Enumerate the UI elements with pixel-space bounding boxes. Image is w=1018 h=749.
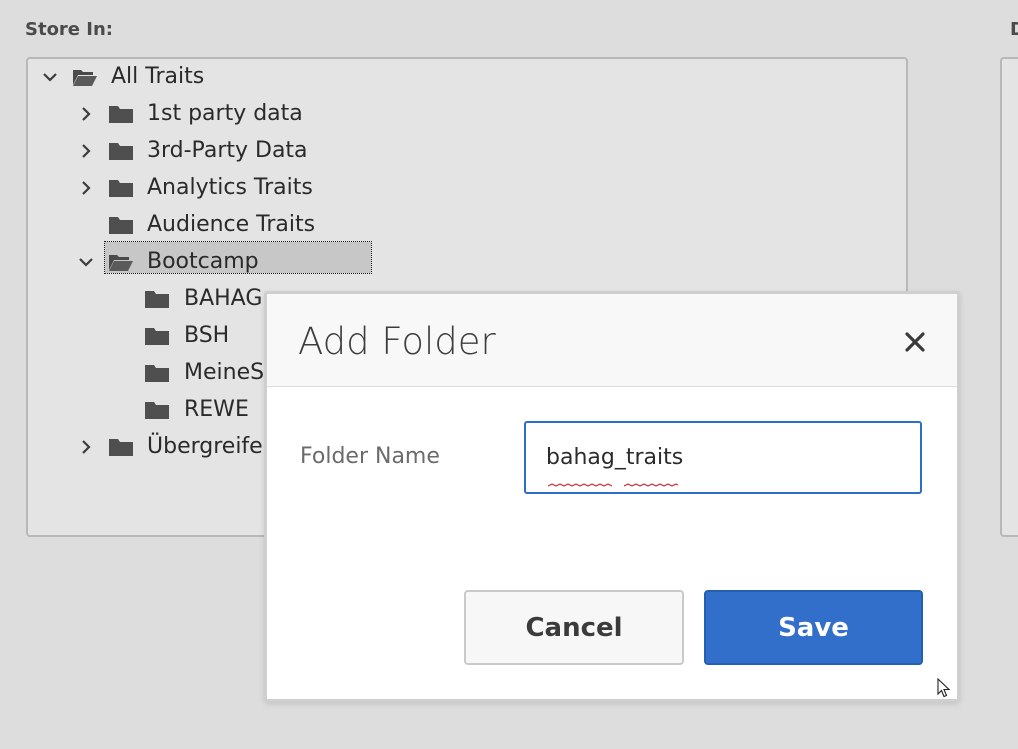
- chevron-right-icon[interactable]: [74, 432, 98, 462]
- tree-item-3rd-party-data[interactable]: 3rd-Party Data: [147, 136, 308, 166]
- folder-icon: [144, 284, 170, 314]
- tree-item-bsh[interactable]: BSH: [184, 321, 229, 351]
- folder-icon: [108, 99, 134, 129]
- tree-item-bahag[interactable]: BAHAG: [184, 284, 262, 314]
- spellcheck-underline: [548, 483, 612, 487]
- cancel-button[interactable]: Cancel: [464, 590, 684, 665]
- tree-item-1st-party-data[interactable]: 1st party data: [147, 99, 303, 129]
- chevron-down-icon[interactable]: [74, 247, 98, 277]
- tree-item-ubergreifen[interactable]: Übergreifen: [147, 432, 277, 462]
- chevron-down-icon[interactable]: [38, 62, 62, 92]
- folder-open-icon: [108, 247, 134, 277]
- folder-name-label: Folder Name: [300, 444, 440, 469]
- store-in-label: Store In:: [25, 19, 113, 40]
- folder-icon: [108, 432, 134, 462]
- tree-item-rewe[interactable]: REWE: [184, 395, 249, 425]
- tree-item-bootcamp[interactable]: Bootcamp: [147, 247, 259, 277]
- close-icon: [905, 332, 925, 352]
- chevron-right-icon[interactable]: [74, 173, 98, 203]
- tree-item-audience-traits[interactable]: Audience Traits: [147, 210, 315, 240]
- folder-open-icon: [72, 62, 98, 92]
- screen: Store In: D All Traits 1st party data 3r…: [0, 0, 1018, 749]
- right-section-label: D: [1010, 19, 1018, 40]
- mouse-cursor-icon: [937, 678, 951, 698]
- chevron-right-icon[interactable]: [74, 99, 98, 129]
- save-button[interactable]: Save: [704, 590, 923, 665]
- folder-icon: [144, 395, 170, 425]
- dialog-title: Add Folder: [298, 320, 496, 363]
- spellcheck-underline: [624, 483, 678, 487]
- folder-icon: [108, 136, 134, 166]
- chevron-right-icon[interactable]: [74, 136, 98, 166]
- tree-item-analytics-traits[interactable]: Analytics Traits: [147, 173, 313, 203]
- folder-icon: [144, 321, 170, 351]
- tree-item-meines[interactable]: MeineS: [184, 358, 264, 388]
- close-button[interactable]: [897, 324, 933, 360]
- add-folder-dialog: Add Folder Folder Name Cancel Save: [264, 291, 960, 702]
- right-panel: [1000, 57, 1018, 537]
- folder-icon: [144, 358, 170, 388]
- dialog-header: Add Folder: [267, 294, 957, 387]
- folder-icon: [108, 210, 134, 240]
- folder-icon: [108, 173, 134, 203]
- tree-item-all-traits[interactable]: All Traits: [111, 62, 204, 92]
